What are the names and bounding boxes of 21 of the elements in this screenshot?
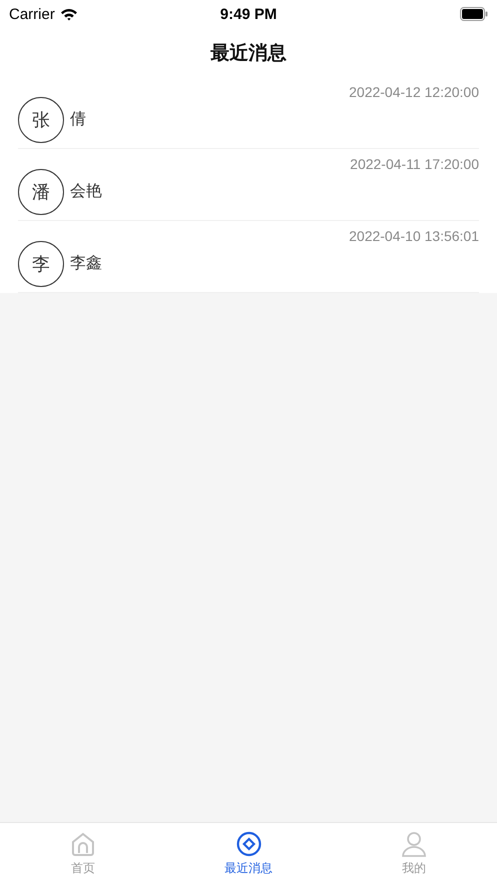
message-time: 2022-04-11 17:20:00 <box>350 156 479 172</box>
home-icon <box>70 831 96 857</box>
message-time: 2022-04-12 12:20:00 <box>349 84 479 100</box>
contact-name: 倩 <box>70 110 86 130</box>
carrier-name: Carrier <box>9 6 55 22</box>
message-time: 2022-04-10 13:56:01 <box>349 228 479 244</box>
message-row[interactable]: 李 李鑫 2022-04-10 13:56:01 <box>18 221 479 293</box>
avatar: 李 <box>18 240 64 286</box>
page-title: 最近消息 <box>210 42 286 66</box>
tab-bar-item[interactable]: 最近消息 <box>166 823 332 883</box>
diamond-circle-icon <box>236 831 262 857</box>
status-time: 9:49 PM <box>220 6 277 22</box>
contact-name: 会艳 <box>70 182 102 202</box>
contact-name: 李鑫 <box>70 254 102 274</box>
battery-icon <box>460 7 488 21</box>
person-icon <box>401 831 428 857</box>
message-row[interactable]: 潘 会艳 2022-04-11 17:20:00 <box>18 149 479 221</box>
message-row[interactable]: 张 倩 2022-04-12 12:20:00 <box>18 77 479 149</box>
wifi-icon <box>60 8 78 20</box>
avatar: 张 <box>18 96 64 142</box>
avatar: 潘 <box>18 168 64 214</box>
